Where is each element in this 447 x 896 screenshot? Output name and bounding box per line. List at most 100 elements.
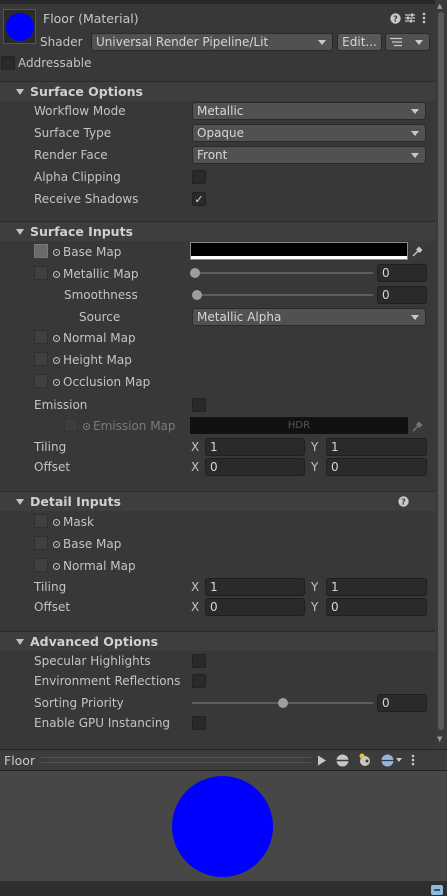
gpu-instancing-label: Enable GPU Instancing — [34, 716, 171, 730]
section-advanced-options[interactable]: Advanced Options — [0, 631, 435, 651]
alpha-clipping-checkbox[interactable] — [192, 170, 206, 184]
metallic-map-texture-slot[interactable] — [34, 266, 48, 280]
smoothness-slider-handle[interactable] — [192, 290, 202, 300]
environment-reflections-label: Environment Reflections — [34, 674, 181, 688]
offset-y-field[interactable]: 0 — [326, 458, 427, 476]
kebab-menu-icon[interactable] — [419, 11, 429, 25]
play-icon[interactable] — [317, 755, 327, 766]
object-picker-icon[interactable] — [53, 249, 60, 256]
metallic-value-field[interactable]: 0 — [377, 264, 427, 282]
detail-base-map-label: Base Map — [53, 537, 121, 551]
offset-y-axis-label: Y — [311, 460, 319, 474]
section-title: Surface Inputs — [30, 224, 133, 239]
specular-highlights-label: Specular Highlights — [34, 654, 151, 668]
section-detail-inputs[interactable]: Detail Inputs — [0, 491, 435, 511]
tiling-x-field[interactable]: 1 — [205, 438, 305, 456]
presets-icon[interactable] — [404, 11, 416, 25]
source-dropdown[interactable]: Metallic Alpha — [192, 308, 426, 326]
workflow-mode-value: Metallic — [197, 104, 244, 118]
detail-normal-map-texture-slot[interactable] — [34, 558, 48, 572]
smoothness-slider-track[interactable] — [197, 294, 373, 296]
preview-drag-handle[interactable] — [41, 757, 312, 763]
height-map-texture-slot[interactable] — [34, 352, 48, 366]
section-surface-inputs[interactable]: Surface Inputs — [0, 221, 435, 241]
base-map-texture-slot[interactable] — [34, 244, 48, 258]
foldout-arrow-icon — [16, 638, 24, 645]
object-picker-icon[interactable] — [53, 379, 60, 386]
object-picker-icon[interactable] — [53, 563, 60, 570]
render-face-value: Front — [197, 148, 228, 162]
color-alpha-bar — [191, 256, 407, 259]
shader-value: Universal Render Pipeline/Lit — [96, 35, 269, 49]
offset-x-field[interactable]: 0 — [205, 458, 305, 476]
shader-dropdown[interactable]: Universal Render Pipeline/Lit — [91, 33, 333, 51]
detail-offset-y-field[interactable]: 0 — [326, 598, 427, 616]
emission-label: Emission — [34, 398, 88, 412]
sorting-priority-slider-handle[interactable] — [277, 698, 288, 708]
preview-background-dropdown[interactable] — [381, 754, 403, 767]
base-map-label: Base Map — [53, 245, 121, 259]
detail-base-map-texture-slot[interactable] — [34, 536, 48, 550]
base-map-color-field[interactable] — [190, 242, 408, 260]
render-face-dropdown[interactable]: Front — [192, 146, 426, 164]
asset-bundle-icon — [431, 885, 443, 895]
kebab-menu-icon[interactable] — [411, 754, 415, 766]
section-title: Advanced Options — [30, 634, 159, 649]
detail-tiling-x-axis-label: X — [191, 580, 200, 594]
emission-checkbox[interactable] — [192, 398, 206, 412]
gpu-instancing-checkbox[interactable] — [192, 716, 206, 730]
preview-title: Floor — [4, 752, 36, 768]
workflow-mode-dropdown[interactable]: Metallic — [192, 102, 426, 120]
object-picker-icon[interactable] — [53, 541, 60, 548]
emission-map-texture-slot[interactable] — [64, 418, 78, 432]
scroll-down-arrow-icon[interactable]: ▼ — [437, 735, 442, 743]
smoothness-value-field[interactable]: 0 — [377, 286, 427, 304]
object-picker-icon[interactable] — [83, 423, 90, 430]
sphere-preview-icon[interactable] — [336, 754, 349, 767]
detail-offset-y-axis-label: Y — [311, 600, 319, 614]
scroll-up-arrow-icon[interactable]: ▲ — [437, 2, 442, 10]
metallic-slider-track[interactable] — [195, 272, 373, 274]
emission-color-field[interactable]: HDR — [190, 417, 408, 434]
help-icon[interactable]: ? — [397, 494, 409, 508]
material-preview-area[interactable] — [0, 771, 447, 881]
edit-shader-button[interactable]: Edit... — [337, 33, 382, 51]
environment-reflections-checkbox[interactable] — [192, 674, 206, 688]
detail-tiling-y-field[interactable]: 1 — [326, 578, 427, 596]
occlusion-map-texture-slot[interactable] — [34, 374, 48, 388]
help-icon[interactable]: ? — [389, 11, 401, 25]
object-picker-icon[interactable] — [53, 335, 60, 342]
workflow-mode-label: Workflow Mode — [34, 104, 126, 118]
metallic-slider-handle[interactable] — [190, 268, 200, 278]
addressable-checkbox[interactable] — [1, 56, 15, 70]
specular-highlights-checkbox[interactable] — [192, 654, 206, 668]
section-surface-options[interactable]: Surface Options — [0, 81, 435, 101]
object-picker-icon[interactable] — [53, 357, 60, 364]
normal-map-texture-slot[interactable] — [34, 330, 48, 344]
detail-offset-x-field[interactable]: 0 — [205, 598, 305, 616]
tiling-label: Tiling — [34, 440, 67, 454]
eyedropper-icon[interactable] — [409, 417, 426, 435]
receive-shadows-label: Receive Shadows — [34, 192, 139, 206]
detail-tiling-y-axis-label: Y — [311, 580, 319, 594]
sorting-priority-value-field[interactable]: 0 — [377, 694, 427, 712]
alpha-clipping-label: Alpha Clipping — [34, 170, 121, 184]
eyedropper-icon[interactable] — [409, 242, 426, 260]
shader-options-dropdown[interactable] — [385, 33, 430, 51]
emission-map-label: Emission Map — [83, 419, 176, 433]
inspector-scrollbar-thumb[interactable] — [438, 12, 444, 730]
detail-mask-texture-slot[interactable] — [34, 514, 48, 528]
detail-normal-map-label: Normal Map — [53, 559, 136, 573]
occlusion-map-label: Occlusion Map — [53, 375, 150, 389]
receive-shadows-checkbox[interactable]: ✓ — [192, 192, 206, 206]
chevron-down-icon — [415, 39, 423, 45]
detail-tiling-x-field[interactable]: 1 — [205, 578, 305, 596]
chevron-down-icon — [318, 39, 326, 45]
list-icon — [390, 37, 402, 47]
tiling-y-field[interactable]: 1 — [326, 438, 427, 456]
smoothness-label: Smoothness — [64, 288, 138, 302]
light-icon[interactable] — [358, 753, 372, 767]
object-picker-icon[interactable] — [53, 519, 60, 526]
surface-type-dropdown[interactable]: Opaque — [192, 124, 426, 142]
object-picker-icon[interactable] — [53, 271, 60, 278]
